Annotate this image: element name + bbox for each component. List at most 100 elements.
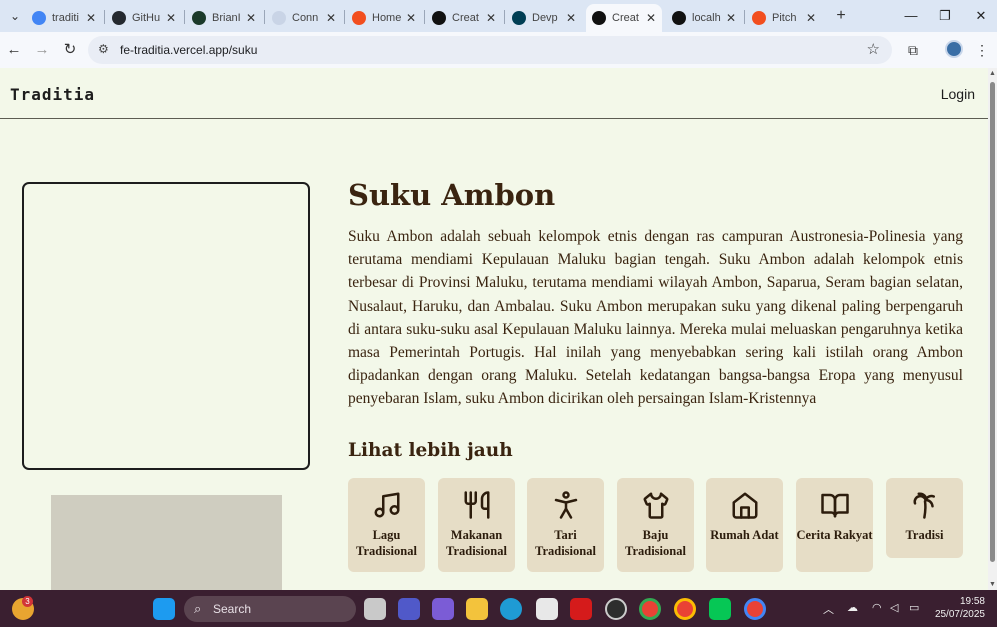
web-page: Traditia Login Suku Ambon Suku Ambon ada…: [0, 68, 988, 590]
scroll-down-arrow-icon[interactable]: ▼: [989, 581, 996, 588]
close-tab-icon[interactable]: ✕: [86, 11, 96, 25]
minimize-button[interactable]: —: [896, 6, 926, 26]
browser-tab[interactable]: Creat ✕: [426, 4, 502, 32]
category-label: Cerita Rakyat: [796, 528, 873, 542]
volume-icon[interactable]: ◁: [890, 601, 898, 614]
page-title: Suku Ambon: [348, 178, 556, 212]
taskbar-search-label: Search: [213, 602, 252, 616]
chrome-second-profile-icon[interactable]: [744, 598, 766, 620]
suku-image-frame: [22, 182, 310, 470]
scrollbar-thumb[interactable]: [990, 82, 995, 562]
close-tab-icon[interactable]: ✕: [486, 11, 496, 25]
chrome-profile-icon[interactable]: [674, 598, 696, 620]
browser-tab-title: Devp: [532, 12, 558, 24]
close-tab-icon[interactable]: ✕: [646, 11, 656, 25]
back-button[interactable]: ←: [4, 40, 24, 60]
browser-toolbar: ← → ↻ ⚙ fe-traditia.vercel.app/suku ☆ ⧉ …: [0, 32, 997, 68]
line-icon[interactable]: [709, 598, 731, 620]
notification-badge: 3: [22, 596, 33, 607]
close-tab-icon[interactable]: ✕: [566, 11, 576, 25]
category-card-rumah[interactable]: Rumah Adat: [706, 478, 783, 572]
close-tab-icon[interactable]: ✕: [166, 11, 176, 25]
house-icon: [732, 492, 758, 519]
tab-separator: [184, 10, 185, 24]
browser-menu-icon[interactable]: ⋮: [972, 40, 992, 60]
browser-tab[interactable]: Creat ✕: [586, 4, 662, 32]
reload-button[interactable]: ↻: [60, 40, 80, 60]
bookmark-star-icon[interactable]: ☆: [867, 40, 880, 58]
category-card-lagu[interactable]: Lagu Tradisional: [348, 478, 425, 572]
close-tab-icon[interactable]: ✕: [806, 11, 816, 25]
wifi-icon[interactable]: ◠: [872, 601, 882, 614]
browser-tab-title: localh: [692, 12, 721, 24]
onedrive-cloud-icon[interactable]: ☁: [847, 601, 858, 614]
browser-tab-title: traditi: [52, 12, 79, 24]
category-card-cerita[interactable]: Cerita Rakyat: [796, 478, 873, 572]
tab-search-chevron-icon[interactable]: ⌄: [6, 8, 24, 24]
category-card-tradisi[interactable]: Tradisi: [886, 478, 963, 558]
chrome-icon[interactable]: [639, 598, 661, 620]
restore-button[interactable]: ❐: [930, 6, 960, 26]
browser-tab[interactable]: BrianI ✕: [186, 4, 262, 32]
browser-tab-bar: ⌄ traditi ✕ GitHu ✕ BrianI ✕ Conn ✕ Home ✕ Creat ✕ D…: [0, 0, 997, 32]
google-icon: [32, 11, 46, 25]
scroll-up-arrow-icon[interactable]: ▲: [989, 70, 996, 77]
copilot-icon[interactable]: [432, 598, 454, 620]
site-brand-logo[interactable]: Traditia: [10, 85, 95, 104]
browser-tab-title: Home: [372, 12, 402, 24]
browser-tab[interactable]: GitHu ✕: [106, 4, 182, 32]
browser-tab[interactable]: Home ✕: [346, 4, 422, 32]
l-app-icon[interactable]: [570, 598, 592, 620]
close-window-button[interactable]: ✕: [966, 6, 996, 26]
site-header: Traditia Login: [0, 68, 988, 119]
browser-tab-title: BrianI: [212, 12, 241, 24]
browser-tab[interactable]: traditi ✕: [26, 4, 102, 32]
category-card-baju[interactable]: Baju Tradisional: [617, 478, 694, 572]
edge-icon[interactable]: [500, 598, 522, 620]
clock-date: 25/07/2025: [934, 609, 985, 620]
new-tab-button[interactable]: +: [832, 6, 850, 26]
teams-icon[interactable]: [398, 598, 420, 620]
extensions-puzzle-icon[interactable]: ⧉: [903, 40, 923, 60]
category-label: Makanan Tradisional: [446, 528, 507, 558]
category-card-tari[interactable]: Tari Tradisional: [527, 478, 604, 572]
tab-separator: [104, 10, 105, 24]
category-label: Tari Tradisional: [535, 528, 596, 558]
close-tab-icon[interactable]: ✕: [406, 11, 416, 25]
browser-tab[interactable]: Pitch ✕: [746, 4, 822, 32]
login-link[interactable]: Login: [941, 86, 975, 102]
close-tab-icon[interactable]: ✕: [246, 11, 256, 25]
browser-tab-title: Conn: [292, 12, 319, 24]
windows-start-icon[interactable]: [153, 598, 175, 620]
site-settings-icon[interactable]: ⚙: [98, 42, 109, 56]
file-explorer-icon[interactable]: [466, 598, 488, 620]
microsoft-store-icon[interactable]: [536, 598, 558, 620]
browser-tab-title: Creat: [612, 12, 639, 24]
shirt-icon: [643, 492, 669, 519]
show-hidden-icons-chevron-icon[interactable]: ︿: [823, 601, 834, 617]
vercel-icon: [672, 11, 686, 25]
music-note-icon: [374, 492, 400, 518]
category-card-makanan[interactable]: Makanan Tradisional: [438, 478, 515, 572]
battery-icon[interactable]: ▭: [909, 601, 919, 614]
utensils-icon: [464, 491, 490, 519]
browser-tab-title: Creat: [452, 12, 479, 24]
taskbar-clock[interactable]: 19:58 25/07/2025: [935, 595, 985, 621]
palm-tree-icon: [913, 492, 935, 519]
search-icon: ⌕: [194, 601, 202, 616]
taskbar-search[interactable]: ⌕ Search: [184, 596, 356, 622]
close-tab-icon[interactable]: ✕: [326, 11, 336, 25]
tab-separator: [344, 10, 345, 24]
chatgpt-icon[interactable]: [605, 598, 627, 620]
close-tab-icon[interactable]: ✕: [726, 11, 736, 25]
profile-avatar[interactable]: [945, 40, 963, 58]
address-url[interactable]: fe-traditia.vercel.app/suku: [120, 43, 257, 57]
address-bar[interactable]: ⚙ fe-traditia.vercel.app/suku ☆: [88, 36, 892, 64]
browser-tab[interactable]: Devp ✕: [506, 4, 582, 32]
page-scrollbar[interactable]: ▲ ▼: [988, 68, 997, 590]
browser-tab[interactable]: localh ✕: [666, 4, 742, 32]
github-icon: [112, 11, 126, 25]
task-view-icon[interactable]: [364, 598, 386, 620]
forward-button[interactable]: →: [32, 40, 52, 60]
browser-tab[interactable]: Conn ✕: [266, 4, 342, 32]
